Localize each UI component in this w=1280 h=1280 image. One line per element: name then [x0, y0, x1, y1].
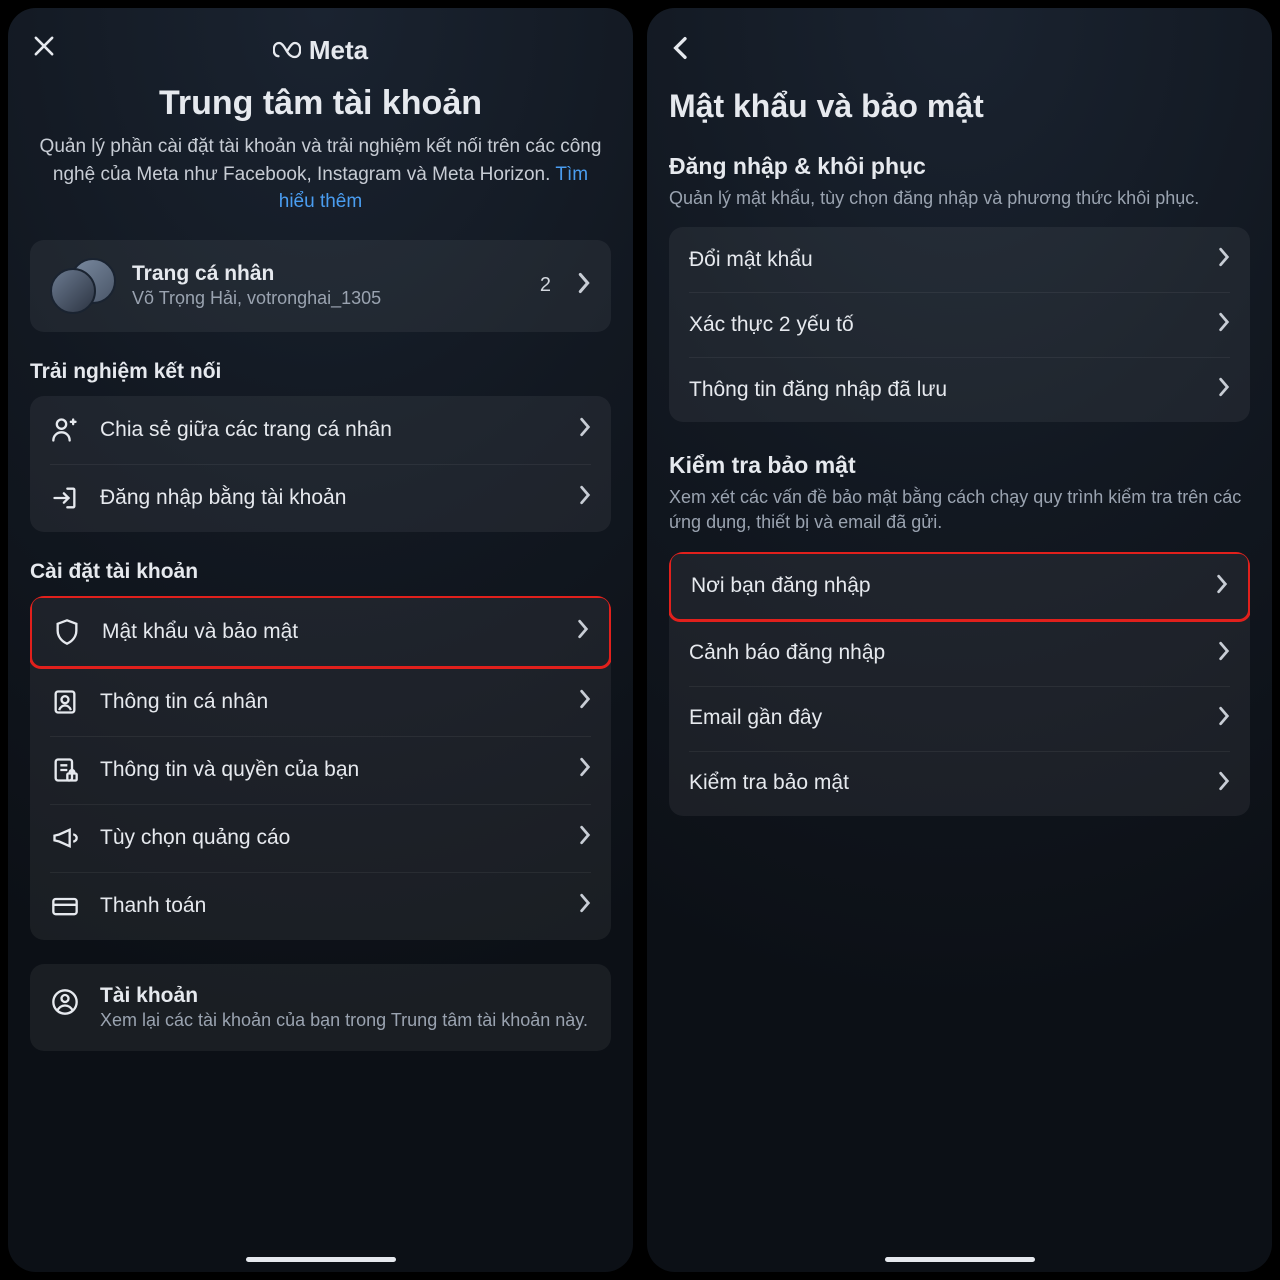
row-label: Kiểm tra bảo mật — [689, 771, 1218, 795]
row-login-alerts[interactable]: Cảnh báo đăng nhập — [669, 621, 1250, 686]
group-security-check-title: Kiểm tra bảo mật — [669, 452, 1250, 479]
chevron-right-icon — [1218, 247, 1230, 272]
row-title: Tài khoản — [100, 984, 591, 1008]
row-login-with-accounts[interactable]: Đăng nhập bằng tài khoản — [30, 464, 611, 532]
group-security-check-desc: Xem xét các vấn đề bảo mật bằng cách chạ… — [669, 485, 1250, 535]
chevron-right-icon — [1218, 312, 1230, 337]
close-button[interactable] — [30, 32, 58, 65]
screen-password-security: Mật khẩu và bảo mật Đăng nhập & khôi phụ… — [647, 8, 1272, 1272]
chevron-right-icon — [579, 893, 591, 918]
profiles-title: Trang cá nhân — [132, 262, 524, 286]
row-two-factor[interactable]: Xác thực 2 yếu tố — [669, 292, 1250, 357]
page-title: Mật khẩu và bảo mật — [669, 88, 1250, 125]
row-saved-login[interactable]: Thông tin đăng nhập đã lưu — [669, 357, 1250, 422]
profiles-card[interactable]: Trang cá nhân Võ Trọng Hải, votronghai_1… — [30, 240, 611, 332]
login-icon — [50, 484, 80, 512]
row-ad-preferences[interactable]: Tùy chọn quảng cáo — [30, 804, 611, 872]
page-description: Quản lý phần cài đặt tài khoản và trải n… — [30, 133, 611, 216]
chevron-right-icon — [579, 825, 591, 850]
chevron-right-icon — [579, 417, 591, 442]
login-recovery-list: Đổi mật khẩu Xác thực 2 yếu tố Thông tin… — [669, 227, 1250, 422]
row-label: Thông tin cá nhân — [100, 690, 559, 714]
topbar: Meta — [30, 30, 611, 70]
meta-brand: Meta — [273, 35, 368, 66]
group-login-recovery-title: Đăng nhập & khôi phục — [669, 153, 1250, 180]
profile-avatars — [50, 258, 116, 314]
chevron-right-icon — [1218, 771, 1230, 796]
row-label: Tùy chọn quảng cáo — [100, 826, 559, 850]
accounts-list: Tài khoản Xem lại các tài khoản của bạn … — [30, 964, 611, 1051]
chevron-right-icon — [1218, 706, 1230, 731]
group-login-recovery-desc: Quản lý mật khẩu, tùy chọn đăng nhập và … — [669, 186, 1250, 211]
row-label: Cảnh báo đăng nhập — [689, 641, 1218, 665]
avatar-icon — [50, 268, 96, 314]
row-share-across-profiles[interactable]: Chia sẻ giữa các trang cá nhân — [30, 396, 611, 464]
row-accounts[interactable]: Tài khoản Xem lại các tài khoản của bạn … — [30, 964, 611, 1051]
row-label: Thông tin đăng nhập đã lưu — [689, 378, 1218, 402]
meta-logo-icon — [273, 36, 301, 64]
id-card-icon — [50, 688, 80, 716]
row-label: Đổi mật khẩu — [689, 248, 1218, 272]
shield-icon — [52, 618, 82, 646]
row-where-logged-in[interactable]: Nơi bạn đăng nhập — [669, 552, 1250, 622]
row-recent-emails[interactable]: Email gần đây — [669, 686, 1250, 751]
row-your-info-permissions[interactable]: Thông tin và quyền của bạn — [30, 736, 611, 804]
chevron-right-icon — [579, 485, 591, 510]
row-security-checkup[interactable]: Kiểm tra bảo mật — [669, 751, 1250, 816]
row-payments[interactable]: Thanh toán — [30, 872, 611, 940]
chevron-right-icon — [577, 619, 589, 644]
row-change-password[interactable]: Đổi mật khẩu — [669, 227, 1250, 292]
page-title: Trung tâm tài khoản — [30, 84, 611, 123]
row-label: Nơi bạn đăng nhập — [691, 574, 1216, 598]
chevron-right-icon — [577, 272, 591, 299]
share-profile-icon — [50, 416, 80, 444]
row-label: Đăng nhập bằng tài khoản — [100, 486, 559, 510]
row-label: Mật khẩu và bảo mật — [102, 620, 557, 644]
chevron-right-icon — [1216, 574, 1228, 599]
section-account-settings: Cài đặt tài khoản — [30, 560, 611, 584]
row-personal-info[interactable]: Thông tin cá nhân — [30, 668, 611, 736]
user-circle-icon — [50, 988, 80, 1016]
chevron-right-icon — [579, 689, 591, 714]
row-label: Thông tin và quyền của bạn — [100, 758, 559, 782]
topbar — [669, 30, 1250, 70]
profiles-sub: Võ Trọng Hải, votronghai_1305 — [132, 288, 524, 309]
home-indicator — [246, 1257, 396, 1262]
desc-text: Quản lý phần cài đặt tài khoản và trải n… — [40, 136, 602, 185]
megaphone-icon — [50, 824, 80, 852]
row-sub: Xem lại các tài khoản của bạn trong Trun… — [100, 1010, 591, 1031]
row-label: Xác thực 2 yếu tố — [689, 313, 1218, 337]
connected-list: Chia sẻ giữa các trang cá nhân Đăng nhập… — [30, 396, 611, 532]
row-password-security[interactable]: Mật khẩu và bảo mật — [30, 596, 611, 669]
back-button[interactable] — [669, 36, 693, 65]
row-label: Thanh toán — [100, 894, 559, 918]
home-indicator — [885, 1257, 1035, 1262]
row-label: Chia sẻ giữa các trang cá nhân — [100, 418, 559, 442]
chevron-right-icon — [579, 757, 591, 782]
document-lock-icon — [50, 756, 80, 784]
brand-text: Meta — [309, 35, 368, 66]
screen-accounts-center: Meta Trung tâm tài khoản Quản lý phần cà… — [8, 8, 633, 1272]
chevron-right-icon — [1218, 377, 1230, 402]
chevron-right-icon — [1218, 641, 1230, 666]
security-check-list: Nơi bạn đăng nhập Cảnh báo đăng nhập Ema… — [669, 552, 1250, 816]
profiles-count: 2 — [540, 274, 551, 297]
account-settings-list: Mật khẩu và bảo mật Thông tin cá nhân Th… — [30, 596, 611, 940]
row-label: Email gần đây — [689, 706, 1218, 730]
credit-card-icon — [50, 892, 80, 920]
section-connected-experiences: Trải nghiệm kết nối — [30, 360, 611, 384]
